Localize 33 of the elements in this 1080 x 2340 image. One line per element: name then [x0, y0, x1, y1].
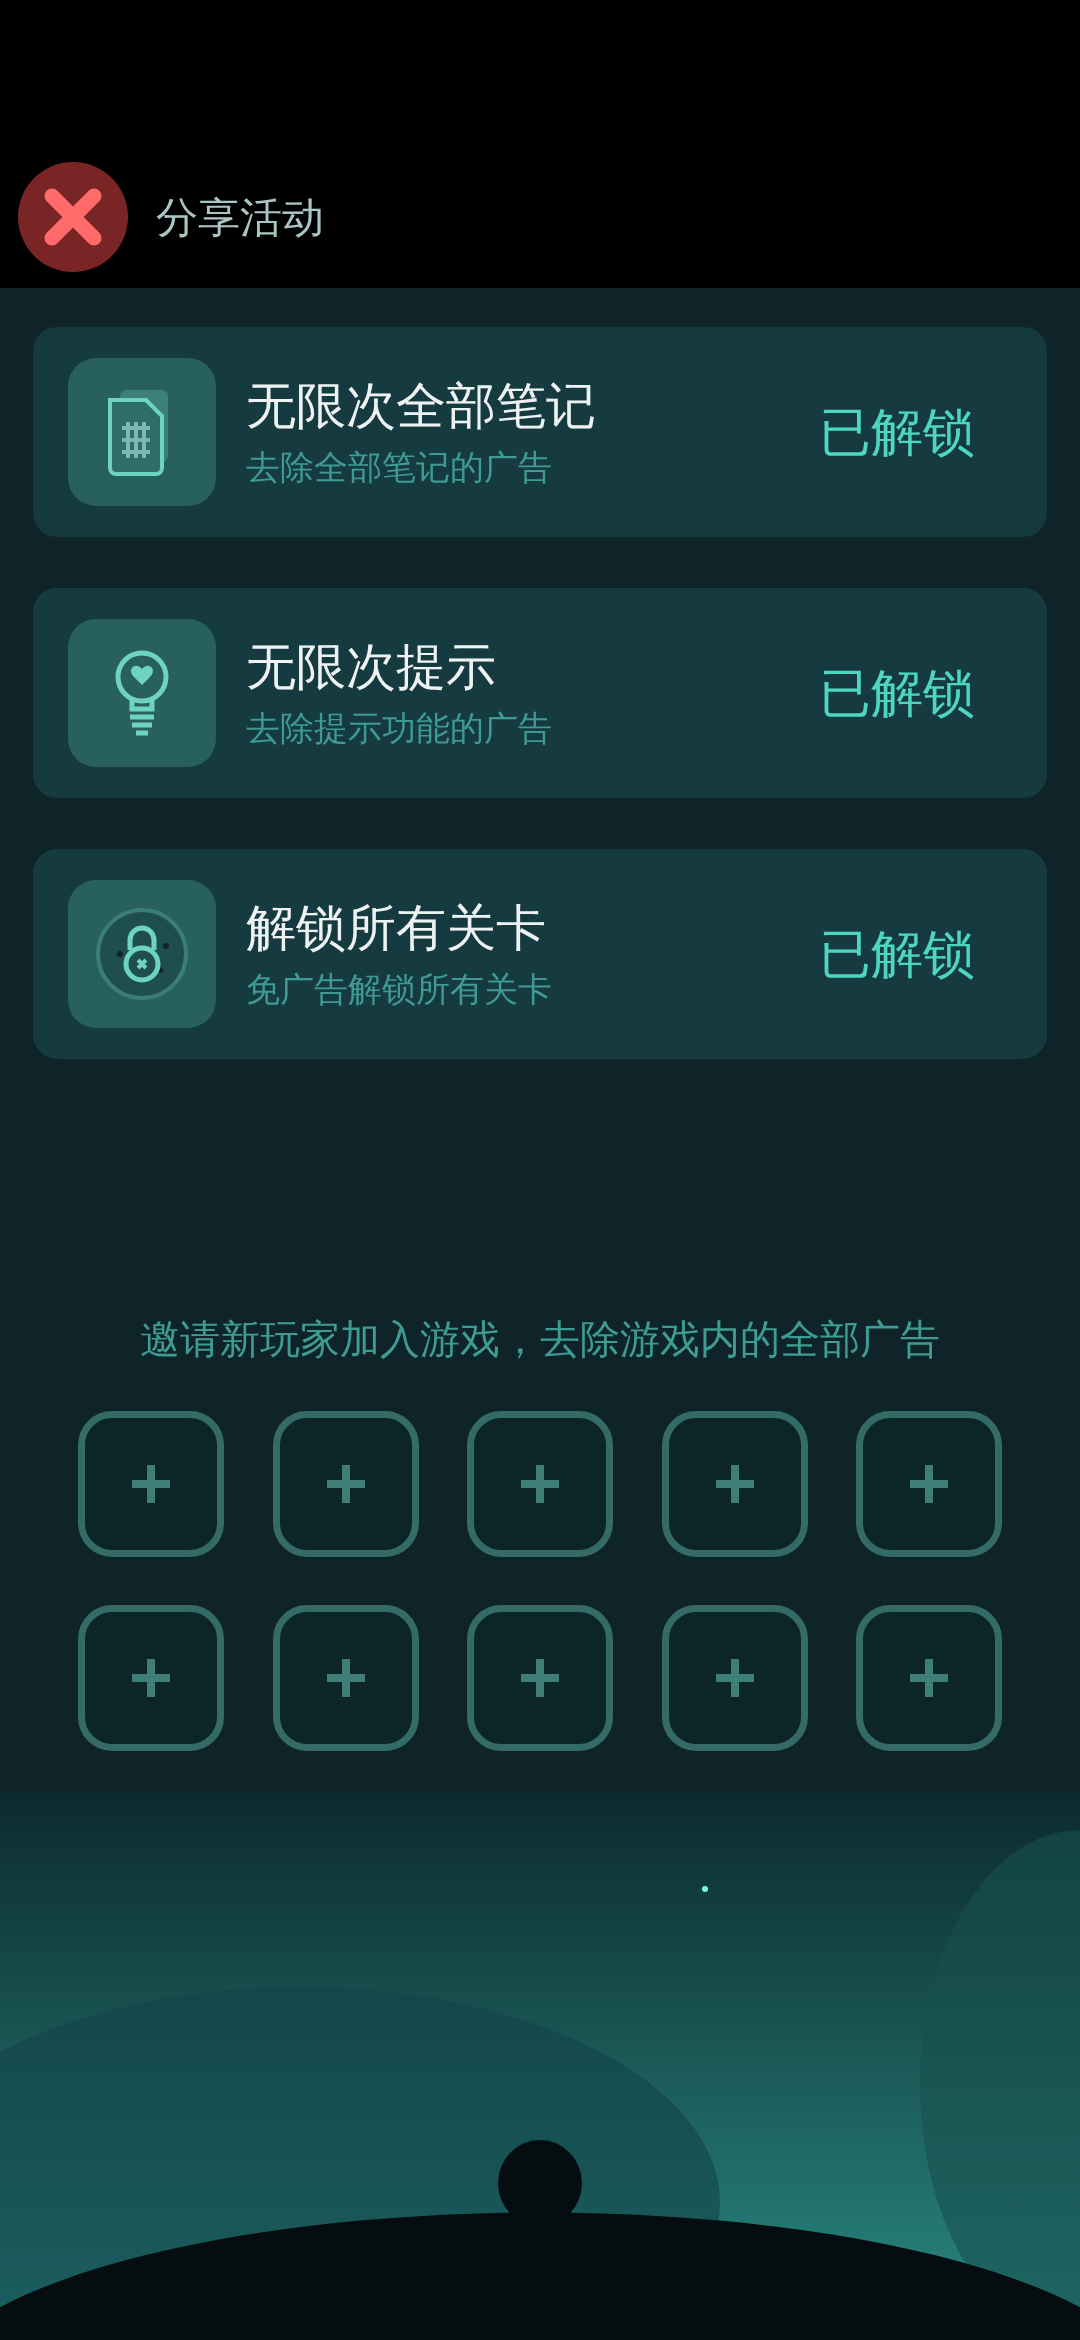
page-title: 分享活动 — [156, 192, 324, 243]
plus-icon — [130, 1657, 172, 1699]
close-icon — [42, 186, 104, 248]
invite-slot[interactable] — [467, 1411, 613, 1557]
plus-icon — [713, 1657, 756, 1699]
invite-slot[interactable] — [661, 1605, 808, 1751]
invite-slot[interactable] — [467, 1605, 613, 1751]
unlocked-status: 已解锁 — [819, 663, 975, 724]
invite-slot[interactable] — [856, 1605, 1002, 1751]
plus-icon — [713, 1463, 756, 1505]
perk-title: 无限次全部笔记 — [246, 377, 597, 436]
plus-icon — [130, 1463, 172, 1505]
invite-slot[interactable] — [78, 1605, 224, 1751]
plus-icon — [324, 1657, 367, 1699]
perk-title: 无限次提示 — [246, 638, 497, 697]
invite-slot[interactable] — [272, 1411, 419, 1557]
perk-subtitle: 去除全部笔记的广告 — [246, 447, 553, 488]
plus-icon — [519, 1657, 561, 1699]
padlock-icon — [94, 906, 190, 1002]
perk-title: 解锁所有关卡 — [246, 899, 547, 958]
unlocked-status: 已解锁 — [819, 402, 975, 463]
unlocked-status: 已解锁 — [819, 924, 975, 985]
plus-icon — [908, 1657, 950, 1699]
invite-slot[interactable] — [856, 1411, 1002, 1557]
invite-slot[interactable] — [272, 1605, 419, 1751]
plus-icon — [908, 1463, 950, 1505]
invite-slot[interactable] — [78, 1411, 224, 1557]
invite-text: 邀请新玩家加入游戏，去除游戏内的全部广告 — [139, 1316, 941, 1363]
perk-subtitle: 去除提示功能的广告 — [246, 708, 553, 749]
invite-slot[interactable] — [661, 1411, 808, 1557]
perk-subtitle: 免广告解锁所有关卡 — [246, 969, 553, 1010]
plus-icon — [519, 1463, 561, 1505]
plus-icon — [324, 1463, 367, 1505]
